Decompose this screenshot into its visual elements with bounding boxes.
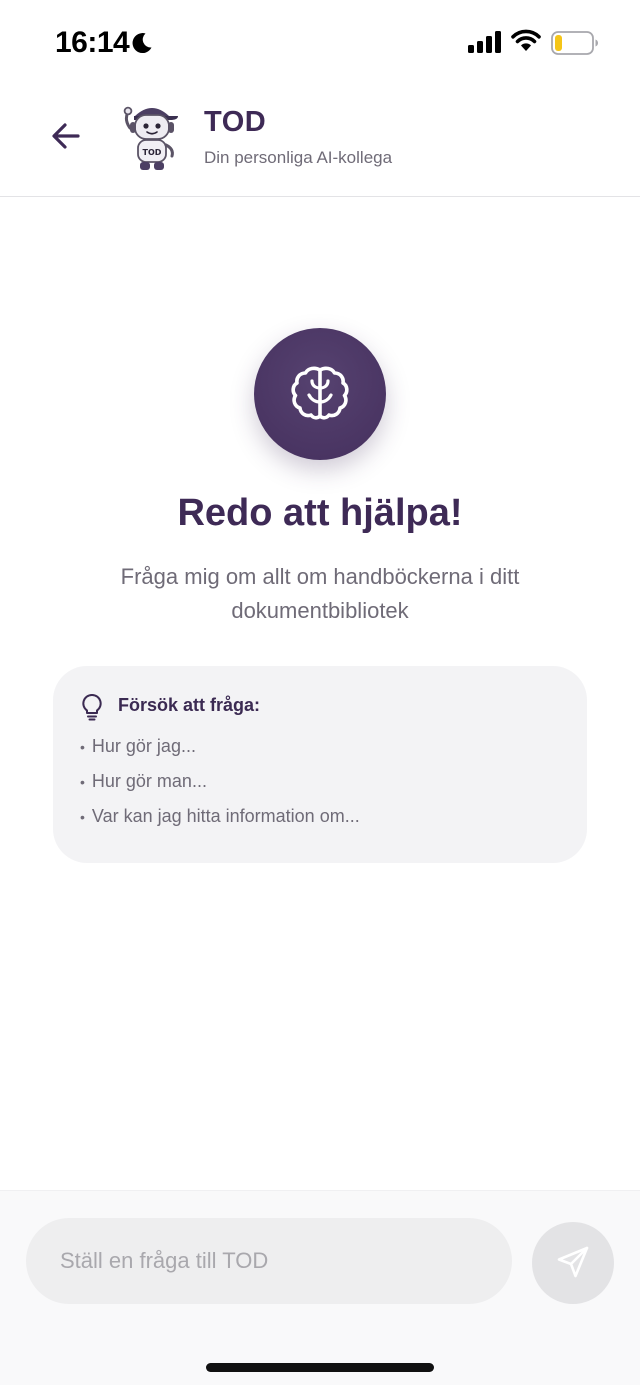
wifi-icon [511, 29, 541, 51]
chat-header: TOD TOD Din personliga AI-kollega [0, 84, 640, 197]
question-input[interactable] [26, 1218, 512, 1304]
bullet: • [80, 809, 85, 825]
chat-screen: 16:14 TOD TOD Din personliga AI-kollega … [0, 0, 640, 1385]
suggestion-text: Var kan jag hitta information om... [91, 806, 360, 826]
tod-robot-avatar: TOD [123, 106, 178, 170]
battery-icon [551, 31, 598, 55]
lightbulb-icon [82, 693, 102, 721]
send-paper-plane-icon [557, 1246, 589, 1278]
send-button[interactable] [532, 1222, 614, 1304]
suggestions-title: Försök att fråga: [118, 695, 261, 715]
brain-icon [291, 366, 349, 420]
suggestion-item[interactable]: • Var kan jag hitta information om... [80, 806, 360, 827]
moon-icon [132, 33, 152, 54]
home-indicator [206, 1363, 434, 1372]
status-time: 16:14 [55, 26, 130, 59]
status-bar: 16:14 [0, 0, 640, 84]
back-arrow-icon[interactable] [44, 114, 88, 158]
suggestion-text: Hur gör man... [91, 771, 207, 791]
hero-subtitle: Fråga mig om allt om handböckerna i ditt… [120, 564, 520, 623]
suggestions-card: Försök att fråga: • Hur gör jag... • Hur g… [53, 666, 587, 863]
hero-title: Redo att hjälpa! [177, 492, 463, 534]
suggestion-item[interactable]: • Hur gör jag... [80, 736, 196, 757]
hero-brain-badge [254, 328, 386, 460]
cellular-signal-icon [468, 31, 501, 53]
composer-bar [0, 1190, 640, 1385]
bullet: • [80, 739, 85, 755]
suggestion-item[interactable]: • Hur gör man... [80, 771, 207, 792]
chat-title: TOD [204, 106, 267, 138]
bullet: • [80, 774, 85, 790]
suggestion-text: Hur gör jag... [91, 736, 196, 756]
avatar-badge-text: TOD [143, 148, 162, 157]
chat-subtitle: Din personliga AI-kollega [204, 148, 393, 167]
